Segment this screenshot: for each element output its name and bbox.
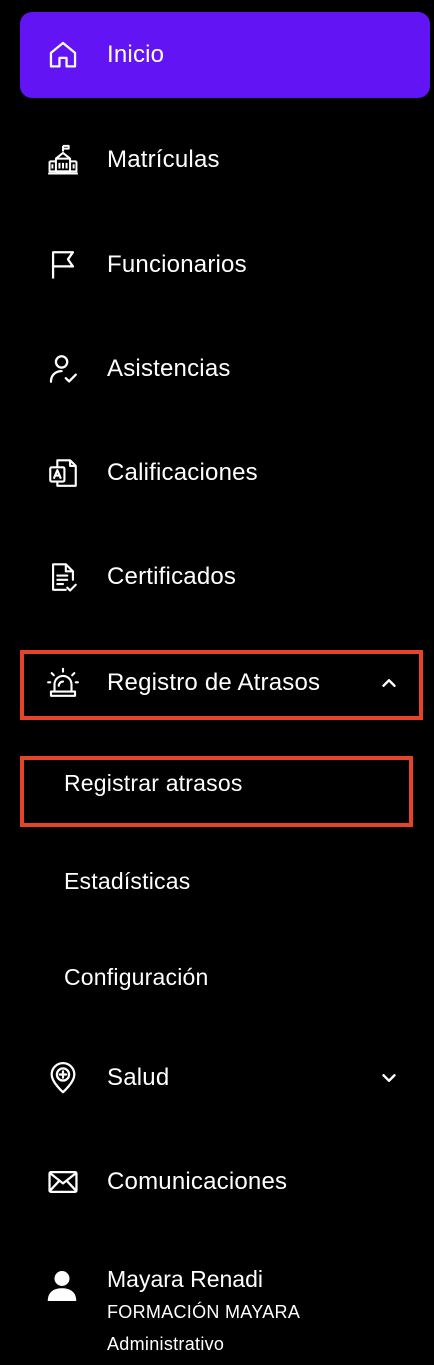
sidebar-item-label: Funcionarios: [107, 251, 247, 278]
sidebar-item-label: Comunicaciones: [107, 1168, 288, 1195]
sidebar-item-label: Inicio: [107, 41, 165, 68]
user-name: Mayara Renadi: [107, 1266, 263, 1292]
sidebar-item-inicio[interactable]: Inicio: [20, 12, 430, 98]
chevron-down-icon[interactable]: [378, 1067, 400, 1089]
home-icon: [45, 37, 81, 73]
submenu-item-estadisticas[interactable]: Estadísticas: [20, 846, 420, 916]
school-building-icon: [45, 142, 81, 178]
sidebar-item-certificados[interactable]: Certificados: [20, 534, 430, 620]
submenu-item-label: Estadísticas: [64, 867, 191, 894]
sidebar-item-comunicaciones[interactable]: Comunicaciones: [20, 1139, 430, 1225]
flag-icon: [45, 247, 81, 283]
sidebar-item-matriculas[interactable]: Matrículas: [20, 117, 430, 203]
user-profile[interactable]: Mayara Renadi FORMACIÓN MAYARA Administr…: [20, 1258, 430, 1358]
sidebar-item-salud[interactable]: Salud: [20, 1035, 430, 1121]
sidebar-item-funcionarios[interactable]: Funcionarios: [20, 222, 430, 308]
user-check-icon: [45, 351, 81, 387]
user-role: Administrativo: [107, 1334, 225, 1354]
sidebar-item-label: Calificaciones: [107, 459, 258, 486]
grade-document-icon: [45, 455, 81, 491]
highlight-box: [20, 650, 423, 720]
user-organization: FORMACIÓN MAYARA: [107, 1302, 301, 1322]
sidebar-item-label: Matrículas: [107, 146, 220, 173]
mail-icon: [45, 1164, 81, 1200]
sidebar-item-label: Certificados: [107, 563, 237, 590]
certificate-document-icon: [45, 559, 81, 595]
submenu-item-configuracion[interactable]: Configuración: [20, 942, 420, 1012]
sidebar-item-label: Salud: [107, 1064, 170, 1091]
user-icon: [47, 1271, 77, 1301]
health-pin-icon: [45, 1060, 81, 1096]
sidebar-item-calificaciones[interactable]: Calificaciones: [20, 430, 430, 516]
sidebar-item-asistencias[interactable]: Asistencias: [20, 326, 430, 412]
sidebar-item-label: Asistencias: [107, 355, 231, 382]
submenu-item-label: Configuración: [64, 963, 209, 990]
highlight-box: [20, 756, 413, 827]
